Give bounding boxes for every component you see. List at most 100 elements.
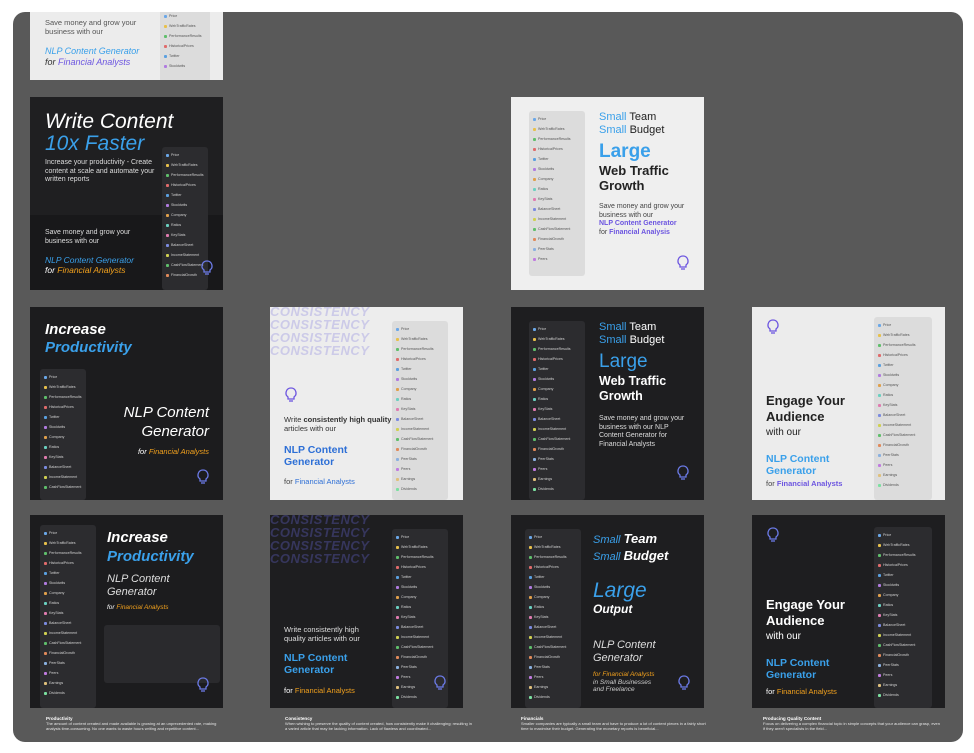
- tile-engage-title: Engage Your Audience: [766, 393, 845, 424]
- tile-small-team-light[interactable]: Price WebTrafficRates PerformanceResults Hi…: [511, 97, 704, 290]
- tile-nlp-label: NLP Content Generator: [284, 444, 348, 468]
- panel-item: BalanceSheet: [529, 204, 585, 214]
- panel-item: WebTrafficRates: [525, 542, 581, 552]
- tile-consistency-light[interactable]: CONSISTENCY CONSISTENCY CONSISTENCY CONSIST…: [270, 307, 463, 500]
- tile-title: Increase: [45, 321, 106, 338]
- panel-item: HistoricalPrices: [525, 562, 581, 572]
- panel-item: PerformanceResults: [162, 170, 208, 180]
- tile-nlp-label: NLP Content Generator: [284, 652, 348, 676]
- tile-for-label: for Financial Analysis: [599, 229, 670, 236]
- panel-item: Price: [392, 324, 448, 334]
- panel-item: Ratios: [529, 184, 585, 194]
- metrics-panel: Price WebTrafficRates PerformanceResults Hi…: [40, 369, 86, 500]
- panel-item: IncomeStatement: [40, 628, 96, 638]
- tile-write-content[interactable]: Write Content 10x Faster Increase your p…: [30, 97, 223, 290]
- tile-for-label: for Financial Analysts: [107, 604, 169, 611]
- metrics-panel: Price WebTrafficRates PerformanceResults Hi…: [874, 527, 932, 708]
- tile-nlp-label: NLP Content Generator: [766, 657, 830, 681]
- panel-item: Twitter: [40, 412, 86, 422]
- tile-team-text: Small Team Small Budget: [599, 321, 665, 346]
- panel-item: WebTrafficRates: [874, 540, 932, 550]
- lightbulb-icon: [676, 465, 690, 481]
- panel-item: Ratios: [392, 394, 448, 404]
- tile-for-label: for Financial Analysts: [45, 265, 126, 275]
- tile-increase-productivity-2[interactable]: Price WebTrafficRates PerformanceResults Hi…: [30, 515, 223, 708]
- panel-item: Price: [525, 532, 581, 542]
- panel-item: PerformanceResults: [529, 344, 585, 354]
- tile-write-text: Write consistently high quality articles…: [284, 625, 360, 643]
- tile-consistency-dark[interactable]: CONSISTENCY CONSISTENCY CONSISTENCY CONSIST…: [270, 515, 463, 708]
- panel-item: Company: [529, 174, 585, 184]
- panel-item: Peers: [40, 668, 96, 678]
- panel-item: IncomeStatement: [162, 250, 208, 260]
- tile-nlp-label: NLP Content Generator: [599, 220, 677, 227]
- panel-item: FinancialGrowth: [529, 444, 585, 454]
- panel-item: Earnings: [40, 678, 96, 688]
- tile-for-label: for Financial Analysts: [766, 687, 837, 696]
- tile-increase-productivity[interactable]: Increase Productivity Price WebTrafficRat…: [30, 307, 223, 500]
- tile-save-text: Save money and grow your business with o…: [45, 229, 131, 245]
- panel-item: PeerStats: [874, 660, 932, 670]
- panel-item: Earnings: [525, 682, 581, 692]
- panel-item: CashFlowStatement: [874, 430, 932, 440]
- panel-item: Price: [874, 320, 932, 330]
- metrics-panel: Price WebTrafficRates PerformanceResults Hi…: [160, 12, 210, 80]
- panel-item: Stocktwits: [40, 578, 96, 588]
- panel-item: Stocktwits: [392, 582, 448, 592]
- lightbulb-icon: [196, 469, 210, 485]
- panel-item: PerformanceResults: [529, 134, 585, 144]
- panel-item: PeerStats: [392, 662, 448, 672]
- tile-save-money-light[interactable]: Save money and grow your business with o…: [30, 12, 223, 80]
- panel-item: IncomeStatement: [525, 632, 581, 642]
- panel-item: BalanceSheet: [40, 462, 86, 472]
- panel-item: HistoricalPrices: [160, 41, 210, 51]
- panel-item: Dividends: [525, 692, 581, 702]
- panel-item: Price: [529, 114, 585, 124]
- panel-item: Stocktwits: [40, 422, 86, 432]
- panel-item: PerformanceResults: [874, 340, 932, 350]
- panel-item: Dividends: [529, 484, 585, 494]
- panel-item: CashFlowStatement: [525, 642, 581, 652]
- tile-nlp-label: NLP Content Generator: [766, 453, 830, 477]
- panel-item: Twitter: [525, 572, 581, 582]
- tile-title: Increase: [107, 529, 168, 546]
- panel-item: PerformanceResults: [392, 552, 448, 562]
- panel-item: Dividends: [392, 692, 448, 702]
- tile-large-output[interactable]: Price WebTrafficRates PerformanceResults Hi…: [511, 515, 704, 708]
- panel-item: Company: [392, 384, 448, 394]
- panel-item: FinancialGrowth: [529, 234, 585, 244]
- caption-consistency: Consistency When wishing to preserve the …: [285, 716, 472, 731]
- tile-large: Large: [599, 351, 648, 372]
- panel-item: Peers: [392, 464, 448, 474]
- lightbulb-icon: [676, 255, 690, 271]
- consistency-watermark: CONSISTENCY CONSISTENCY CONSISTENCY CONSIST…: [270, 515, 370, 566]
- metrics-panel: Price WebTrafficRates PerformanceResults Hi…: [529, 111, 585, 276]
- panel-item: Stocktwits: [874, 580, 932, 590]
- panel-item: HistoricalPrices: [392, 562, 448, 572]
- gallery-frame: Save money and grow your business with o…: [13, 12, 963, 742]
- panel-item: PerformanceResults: [525, 552, 581, 562]
- panel-item: Stocktwits: [529, 164, 585, 174]
- panel-item: BalanceSheet: [162, 240, 208, 250]
- panel-item: PeerStats: [40, 658, 96, 668]
- panel-item: PerformanceResults: [40, 392, 86, 402]
- panel-item: FinancialGrowth: [40, 648, 96, 658]
- panel-item: PerformanceResults: [40, 548, 96, 558]
- tile-engage-light[interactable]: Price WebTrafficRates PerformanceResults Hi…: [752, 307, 945, 500]
- tile-small-team-dark[interactable]: Price WebTrafficRates PerformanceResults Hi…: [511, 307, 704, 500]
- panel-item: CashFlowStatement: [40, 638, 96, 648]
- panel-item: Peers: [874, 670, 932, 680]
- panel-item: PeerStats: [392, 454, 448, 464]
- tile-engage-dark[interactable]: Price WebTrafficRates PerformanceResults Hi…: [752, 515, 945, 708]
- panel-item: KeyStats: [40, 452, 86, 462]
- lightbulb-icon: [677, 675, 691, 691]
- panel-item: FinancialGrowth: [874, 650, 932, 660]
- panel-item: BalanceSheet: [529, 414, 585, 424]
- panel-item: PerformanceResults: [392, 344, 448, 354]
- tile-team-text: Small Team Small Budget: [593, 531, 669, 563]
- panel-item: CashFlowStatement: [874, 640, 932, 650]
- panel-item: Dividends: [40, 688, 96, 698]
- tile-save-text: Save money and grow your business with o…: [599, 415, 685, 448]
- panel-item: IncomeStatement: [40, 472, 86, 482]
- panel-item: Twitter: [874, 570, 932, 580]
